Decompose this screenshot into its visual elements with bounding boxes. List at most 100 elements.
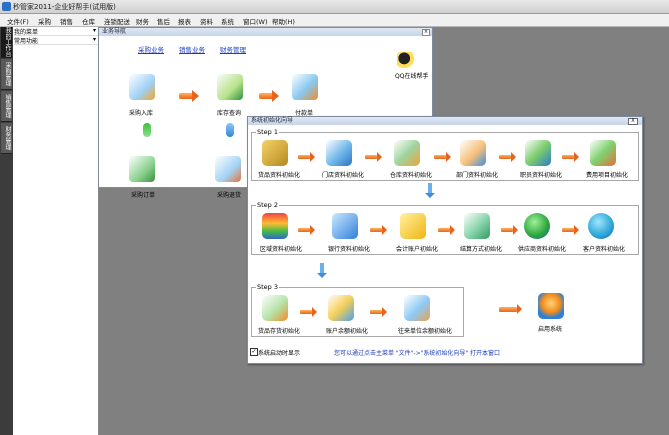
arrow-down-icon bbox=[425, 183, 435, 198]
menu-reports[interactable]: 报表 bbox=[178, 16, 191, 26]
partner-balance-icon[interactable] bbox=[404, 295, 430, 321]
purchase-order-icon[interactable] bbox=[129, 156, 155, 182]
employee-data-icon[interactable] bbox=[525, 140, 551, 166]
arrow-right-icon bbox=[499, 304, 522, 314]
enable-system-icon[interactable] bbox=[538, 293, 564, 319]
step-supplier-data[interactable]: 供应商资料初始化 bbox=[518, 244, 566, 253]
step-1-group: Step 1 货品资料初始化 门店资料初始化 仓库资料初始化 部门资料初始化 职… bbox=[251, 128, 639, 181]
region-data-icon[interactable] bbox=[262, 213, 288, 239]
arrow-up-icon bbox=[143, 123, 151, 137]
menu-after-sales[interactable]: 售后 bbox=[157, 16, 170, 26]
supplier-data-icon[interactable] bbox=[524, 213, 550, 239]
arrow-right-icon bbox=[298, 152, 315, 162]
left-panel: 我的工作台 采购管理 销售管理 财务管理 我的菜单 ▾ 常用功能 ▾ bbox=[0, 27, 99, 435]
arrow-right-icon bbox=[300, 307, 317, 317]
tab-sales-mgmt[interactable]: 销售管理 bbox=[1, 91, 12, 122]
sidebar-item-my-menu[interactable]: 我的菜单 ▾ bbox=[14, 27, 98, 36]
chevron-down-icon: ▾ bbox=[92, 27, 96, 34]
step-3-group: Step 3 货品存货初始化 账户余额初始化 往来单位余额初始化 bbox=[251, 283, 464, 337]
step-2-group: Step 2 区域资料初始化 银行资料初始化 会计账户初始化 结算方式初始化 供… bbox=[251, 201, 639, 255]
step-region-data[interactable]: 区域资料初始化 bbox=[260, 244, 302, 253]
menu-data[interactable]: 资料 bbox=[200, 16, 213, 26]
sidebar-item-common-functions[interactable]: 常用功能 ▾ bbox=[14, 36, 98, 45]
qq-helper-icon[interactable] bbox=[397, 52, 421, 68]
arrow-right-icon bbox=[438, 225, 455, 235]
tab-finance-mgmt[interactable]: 财务管理 bbox=[1, 123, 12, 154]
window-title: 秒管家2011-企业好帮手(试用版) bbox=[13, 3, 116, 11]
payment-icon[interactable] bbox=[292, 74, 318, 100]
accounting-account-icon[interactable] bbox=[400, 213, 426, 239]
node-purchase-inbound[interactable]: 采购入库 bbox=[129, 108, 153, 117]
bank-data-icon[interactable] bbox=[332, 213, 358, 239]
arrow-down-icon bbox=[226, 123, 234, 137]
arrow-right-icon bbox=[370, 225, 387, 235]
tab-purchase-mgmt[interactable]: 采购管理 bbox=[1, 59, 12, 90]
app-window: 秒管家2011-企业好帮手(试用版) 文件(F) 采购 销售 仓库 连锁配送 财… bbox=[0, 0, 669, 435]
account-balance-icon[interactable] bbox=[328, 295, 354, 321]
step-accounting-account[interactable]: 会计账户初始化 bbox=[396, 244, 438, 253]
sidebar-item-label: 常用功能 bbox=[14, 38, 39, 45]
step-product-data[interactable]: 货品资料初始化 bbox=[258, 170, 300, 179]
settlement-method-icon[interactable] bbox=[464, 213, 490, 239]
step-account-balance[interactable]: 账户余额初始化 bbox=[326, 326, 368, 335]
expense-item-icon[interactable] bbox=[590, 140, 616, 166]
close-icon[interactable]: × bbox=[422, 29, 430, 36]
menu-purchase[interactable]: 采购 bbox=[38, 16, 51, 26]
qq-helper-label[interactable]: QQ在线帮手 bbox=[395, 71, 428, 80]
close-icon[interactable]: X bbox=[628, 118, 638, 125]
customer-data-icon[interactable] bbox=[588, 213, 614, 239]
menu-bar: 文件(F) 采购 销售 仓库 连锁配送 财务 售后 报表 资料 系统 窗口(W)… bbox=[0, 14, 669, 27]
arrow-right-icon bbox=[562, 152, 579, 162]
sidebar-item-label: 我的菜单 bbox=[14, 29, 39, 36]
product-data-icon[interactable] bbox=[262, 140, 288, 166]
step-2-label: Step 2 bbox=[256, 201, 280, 209]
arrow-right-icon bbox=[179, 90, 199, 102]
menu-file[interactable]: 文件(F) bbox=[7, 16, 29, 26]
step-3-label: Step 3 bbox=[256, 283, 280, 291]
menu-warehouse[interactable]: 仓库 bbox=[82, 16, 95, 26]
node-inventory-query[interactable]: 库存查询 bbox=[217, 108, 241, 117]
enable-system-button[interactable]: 启用系统 bbox=[538, 324, 562, 333]
step-partner-balance[interactable]: 往来单位余额初始化 bbox=[398, 326, 452, 335]
link-sales-business[interactable]: 销售业务 bbox=[179, 44, 205, 54]
chevron-down-icon: ▾ bbox=[92, 36, 96, 43]
purchase-inbound-icon[interactable] bbox=[129, 74, 155, 100]
step-bank-data[interactable]: 银行资料初始化 bbox=[328, 244, 370, 253]
vertical-tab-bar: 我的工作台 采购管理 销售管理 财务管理 bbox=[0, 27, 13, 435]
menu-system[interactable]: 系统 bbox=[221, 16, 234, 26]
step-employee-data[interactable]: 职员资料初始化 bbox=[520, 170, 562, 179]
node-purchase-return[interactable]: 采购退货 bbox=[217, 190, 241, 199]
department-data-icon[interactable] bbox=[460, 140, 486, 166]
arrow-right-icon bbox=[434, 152, 451, 162]
link-purchase-business[interactable]: 采购业务 bbox=[138, 44, 164, 54]
arrow-right-icon bbox=[562, 225, 579, 235]
step-settlement-method[interactable]: 结算方式初始化 bbox=[460, 244, 502, 253]
arrow-down-icon bbox=[317, 263, 327, 278]
system-init-wizard: 系统初始化向导 X Step 1 货品资料初始化 门店资料初始化 仓库资料初始化… bbox=[247, 116, 643, 364]
step-product-stock[interactable]: 货品存货初始化 bbox=[258, 326, 300, 335]
link-finance-management[interactable]: 财务管理 bbox=[220, 44, 246, 54]
arrow-right-icon bbox=[365, 152, 382, 162]
app-icon bbox=[2, 2, 11, 11]
step-1-label: Step 1 bbox=[256, 128, 280, 136]
menu-help[interactable]: 帮助(H) bbox=[272, 16, 295, 26]
step-warehouse-data[interactable]: 仓库资料初始化 bbox=[390, 170, 432, 179]
warehouse-data-icon[interactable] bbox=[394, 140, 420, 166]
inventory-query-icon[interactable] bbox=[217, 74, 243, 100]
node-purchase-order[interactable]: 采购订单 bbox=[131, 190, 155, 199]
menu-finance[interactable]: 财务 bbox=[136, 16, 149, 26]
step-expense-item[interactable]: 费用项目初始化 bbox=[586, 170, 628, 179]
show-on-startup-checkbox[interactable]: ✓ bbox=[250, 348, 258, 356]
step-department-data[interactable]: 部门资料初始化 bbox=[456, 170, 498, 179]
arrow-right-icon bbox=[499, 152, 516, 162]
step-store-data[interactable]: 门店资料初始化 bbox=[322, 170, 364, 179]
purchase-return-icon[interactable] bbox=[215, 156, 241, 182]
product-stock-icon[interactable] bbox=[262, 295, 288, 321]
menu-chain-delivery[interactable]: 连锁配送 bbox=[104, 16, 130, 26]
tab-my-workbench[interactable]: 我的工作台 bbox=[1, 27, 12, 58]
wizard-title: 系统初始化向导 bbox=[248, 117, 642, 125]
menu-sales[interactable]: 销售 bbox=[60, 16, 73, 26]
store-data-icon[interactable] bbox=[326, 140, 352, 166]
step-customer-data[interactable]: 客户资料初始化 bbox=[583, 244, 625, 253]
menu-window[interactable]: 窗口(W) bbox=[243, 16, 268, 26]
